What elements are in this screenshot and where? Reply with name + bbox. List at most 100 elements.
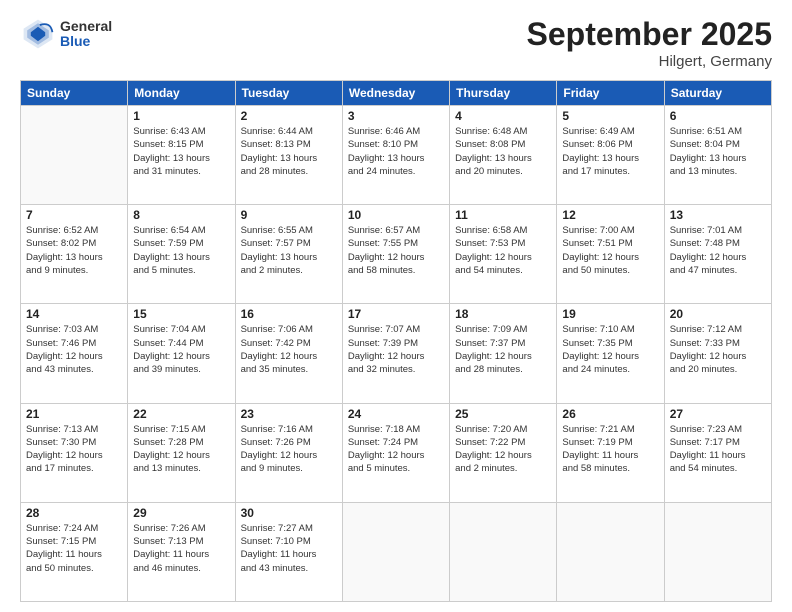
calendar-day-cell: 21 Sunrise: 7:13 AM Sunset: 7:30 PM Dayli… [21, 403, 128, 502]
logo-text: General Blue [60, 19, 112, 50]
day-info: Sunrise: 7:12 AM Sunset: 7:33 PM Dayligh… [670, 323, 766, 376]
day-number: 27 [670, 407, 766, 421]
calendar-header-cell: Tuesday [235, 81, 342, 106]
calendar-subtitle: Hilgert, Germany [527, 53, 772, 70]
day-number: 6 [670, 109, 766, 123]
calendar-day-cell: 4Sunrise: 6:48 AM Sunset: 8:08 PM Daylig… [450, 106, 557, 205]
day-number: 29 [133, 506, 229, 520]
day-info: Sunrise: 7:20 AM Sunset: 7:22 PM Dayligh… [455, 423, 551, 476]
day-info: Sunrise: 7:01 AM Sunset: 7:48 PM Dayligh… [670, 224, 766, 277]
day-info: Sunrise: 7:23 AM Sunset: 7:17 PM Dayligh… [670, 423, 766, 476]
calendar-day-cell: 6 Sunrise: 6:51 AM Sunset: 8:04 PM Daylig… [664, 106, 771, 205]
calendar-body: 1 Sunrise: 6:43 AM Sunset: 8:15 PM Daylig… [21, 106, 772, 602]
calendar-day-cell: 3 Sunrise: 6:46 AM Sunset: 8:10 PM Daylig… [342, 106, 449, 205]
day-info: Sunrise: 7:03 AM Sunset: 7:46 PM Dayligh… [26, 323, 122, 376]
calendar-day-cell: 23 Sunrise: 7:16 AM Sunset: 7:26 PM Dayli… [235, 403, 342, 502]
day-info: Sunrise: 6:49 AM Sunset: 8:06 PM Dayligh… [562, 125, 658, 178]
day-number: 25 [455, 407, 551, 421]
day-number: 21 [26, 407, 122, 421]
calendar-day-cell [450, 502, 557, 601]
day-info: Sunrise: 7:26 AM Sunset: 7:13 PM Dayligh… [133, 522, 229, 575]
day-info: Sunrise: 6:52 AM Sunset: 8:02 PM Dayligh… [26, 224, 122, 277]
day-info: Sunrise: 7:04 AM Sunset: 7:44 PM Dayligh… [133, 323, 229, 376]
calendar-day-cell: 18Sunrise: 7:09 AM Sunset: 7:37 PM Dayli… [450, 304, 557, 403]
day-number: 11 [455, 208, 551, 222]
day-number: 3 [348, 109, 444, 123]
calendar-week-row: 1 Sunrise: 6:43 AM Sunset: 8:15 PM Daylig… [21, 106, 772, 205]
calendar-header-row: SundayMondayTuesdayWednesdayThursdayFrid… [21, 81, 772, 106]
day-number: 8 [133, 208, 229, 222]
day-number: 5 [562, 109, 658, 123]
logo-general-text: General [60, 19, 112, 34]
calendar-day-cell: 15Sunrise: 7:04 AM Sunset: 7:44 PM Dayli… [128, 304, 235, 403]
calendar-table: SundayMondayTuesdayWednesdayThursdayFrid… [20, 80, 772, 602]
calendar-day-cell: 30Sunrise: 7:27 AM Sunset: 7:10 PM Dayli… [235, 502, 342, 601]
day-number: 28 [26, 506, 122, 520]
calendar-day-cell: 10 Sunrise: 6:57 AM Sunset: 7:55 PM Dayli… [342, 205, 449, 304]
calendar-header-cell: Wednesday [342, 81, 449, 106]
day-number: 14 [26, 307, 122, 321]
calendar-day-cell [664, 502, 771, 601]
calendar-header-cell: Sunday [21, 81, 128, 106]
day-number: 18 [455, 307, 551, 321]
calendar-week-row: 14 Sunrise: 7:03 AM Sunset: 7:46 PM Dayli… [21, 304, 772, 403]
day-number: 17 [348, 307, 444, 321]
calendar-day-cell: 13 Sunrise: 7:01 AM Sunset: 7:48 PM Dayli… [664, 205, 771, 304]
day-number: 7 [26, 208, 122, 222]
day-info: Sunrise: 6:43 AM Sunset: 8:15 PM Dayligh… [133, 125, 229, 178]
calendar-day-cell: 20 Sunrise: 7:12 AM Sunset: 7:33 PM Dayli… [664, 304, 771, 403]
calendar-day-cell [557, 502, 664, 601]
day-number: 13 [670, 208, 766, 222]
calendar-day-cell: 2Sunrise: 6:44 AM Sunset: 8:13 PM Daylig… [235, 106, 342, 205]
calendar-day-cell: 11 Sunrise: 6:58 AM Sunset: 7:53 PM Dayli… [450, 205, 557, 304]
day-info: Sunrise: 7:06 AM Sunset: 7:42 PM Dayligh… [241, 323, 337, 376]
calendar-header-cell: Saturday [664, 81, 771, 106]
calendar-day-cell [342, 502, 449, 601]
day-info: Sunrise: 7:21 AM Sunset: 7:19 PM Dayligh… [562, 423, 658, 476]
day-number: 20 [670, 307, 766, 321]
calendar-day-cell: 28 Sunrise: 7:24 AM Sunset: 7:15 PM Dayli… [21, 502, 128, 601]
calendar-week-row: 7 Sunrise: 6:52 AM Sunset: 8:02 PM Daylig… [21, 205, 772, 304]
day-info: Sunrise: 7:07 AM Sunset: 7:39 PM Dayligh… [348, 323, 444, 376]
day-number: 12 [562, 208, 658, 222]
day-number: 19 [562, 307, 658, 321]
calendar-day-cell: 14 Sunrise: 7:03 AM Sunset: 7:46 PM Dayli… [21, 304, 128, 403]
calendar-header-cell: Thursday [450, 81, 557, 106]
day-number: 9 [241, 208, 337, 222]
day-number: 10 [348, 208, 444, 222]
calendar-day-cell: 27 Sunrise: 7:23 AM Sunset: 7:17 PM Dayli… [664, 403, 771, 502]
calendar-day-cell: 22Sunrise: 7:15 AM Sunset: 7:28 PM Dayli… [128, 403, 235, 502]
header: General Blue September 2025 Hilgert, Ger… [20, 16, 772, 70]
day-info: Sunrise: 6:46 AM Sunset: 8:10 PM Dayligh… [348, 125, 444, 178]
calendar-day-cell: 26 Sunrise: 7:21 AM Sunset: 7:19 PM Dayli… [557, 403, 664, 502]
calendar-header-cell: Monday [128, 81, 235, 106]
day-number: 30 [241, 506, 337, 520]
day-info: Sunrise: 6:44 AM Sunset: 8:13 PM Dayligh… [241, 125, 337, 178]
day-info: Sunrise: 6:54 AM Sunset: 7:59 PM Dayligh… [133, 224, 229, 277]
calendar-day-cell: 19 Sunrise: 7:10 AM Sunset: 7:35 PM Dayli… [557, 304, 664, 403]
calendar-day-cell: 9 Sunrise: 6:55 AM Sunset: 7:57 PM Daylig… [235, 205, 342, 304]
logo: General Blue [20, 16, 112, 52]
calendar-day-cell: 1 Sunrise: 6:43 AM Sunset: 8:15 PM Daylig… [128, 106, 235, 205]
day-info: Sunrise: 6:57 AM Sunset: 7:55 PM Dayligh… [348, 224, 444, 277]
day-info: Sunrise: 6:58 AM Sunset: 7:53 PM Dayligh… [455, 224, 551, 277]
day-info: Sunrise: 7:13 AM Sunset: 7:30 PM Dayligh… [26, 423, 122, 476]
day-info: Sunrise: 7:10 AM Sunset: 7:35 PM Dayligh… [562, 323, 658, 376]
calendar-day-cell: 5 Sunrise: 6:49 AM Sunset: 8:06 PM Daylig… [557, 106, 664, 205]
day-number: 23 [241, 407, 337, 421]
logo-icon [20, 16, 56, 52]
day-number: 26 [562, 407, 658, 421]
day-info: Sunrise: 6:55 AM Sunset: 7:57 PM Dayligh… [241, 224, 337, 277]
calendar-day-cell: 17 Sunrise: 7:07 AM Sunset: 7:39 PM Dayli… [342, 304, 449, 403]
calendar-week-row: 21 Sunrise: 7:13 AM Sunset: 7:30 PM Dayli… [21, 403, 772, 502]
calendar-day-cell: 8 Sunrise: 6:54 AM Sunset: 7:59 PM Daylig… [128, 205, 235, 304]
day-info: Sunrise: 7:16 AM Sunset: 7:26 PM Dayligh… [241, 423, 337, 476]
calendar-day-cell [21, 106, 128, 205]
day-info: Sunrise: 7:24 AM Sunset: 7:15 PM Dayligh… [26, 522, 122, 575]
day-number: 16 [241, 307, 337, 321]
day-number: 1 [133, 109, 229, 123]
day-info: Sunrise: 6:51 AM Sunset: 8:04 PM Dayligh… [670, 125, 766, 178]
calendar-day-cell: 24Sunrise: 7:18 AM Sunset: 7:24 PM Dayli… [342, 403, 449, 502]
calendar-day-cell: 25 Sunrise: 7:20 AM Sunset: 7:22 PM Dayli… [450, 403, 557, 502]
calendar-day-cell: 16 Sunrise: 7:06 AM Sunset: 7:42 PM Dayli… [235, 304, 342, 403]
